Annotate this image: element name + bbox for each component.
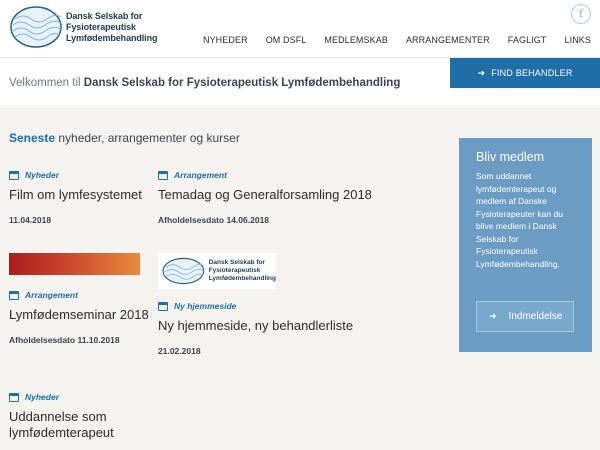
category-label: Nyheder bbox=[25, 170, 60, 180]
calendar-icon bbox=[9, 392, 19, 402]
welcome-text: Velkommen til Dansk Selskab for Fysioter… bbox=[9, 77, 400, 89]
calendar-icon bbox=[158, 170, 168, 180]
news-card[interactable]: Nyheder Film om lymfesystemet 11.04.2018 bbox=[9, 170, 149, 225]
category-label: Arrangement bbox=[25, 290, 78, 300]
card-date: Afholdelsesdato 11.10.2018 bbox=[9, 335, 120, 345]
logo-text: Dansk Selskab for Fysioterapeutisk Lymfø… bbox=[66, 11, 157, 44]
bliv-medlem-title: Bliv medlem bbox=[476, 150, 545, 164]
site-header: Dansk Selskab for Fysioterapeutisk Lymfø… bbox=[0, 0, 600, 58]
find-behandler-button[interactable]: ➜ FIND BEHANDLER bbox=[450, 58, 600, 88]
news-card[interactable]: Arrangement Lymfødemseminar 2018 Afholde… bbox=[9, 290, 149, 345]
news-card[interactable]: Ny hjemmeside Ny hjemmeside, ny behandle… bbox=[158, 301, 378, 356]
category-label: Arrangement bbox=[174, 170, 227, 180]
welcome-society-name: Dansk Selskab for Fysioterapeutisk Lymfø… bbox=[83, 77, 401, 89]
logo-line: Dansk Selskab for bbox=[208, 259, 266, 266]
facebook-icon[interactable]: f bbox=[571, 4, 591, 24]
logo-line: Fysioterapeutisk bbox=[66, 21, 136, 32]
logo-wave-icon bbox=[10, 6, 62, 48]
category-label: Nyheder bbox=[25, 392, 60, 402]
section-title: Seneste nyheder, arrangementer og kurser bbox=[9, 131, 240, 145]
bliv-medlem-text: Som uddannet lymfødemterapeut og medlem … bbox=[476, 171, 563, 269]
card-category: Nyheder bbox=[9, 392, 149, 402]
calendar-icon bbox=[158, 301, 168, 311]
news-card[interactable]: Nyheder Uddannelse som lymfødemterapeut bbox=[9, 392, 149, 441]
calendar-icon bbox=[9, 170, 19, 180]
card-title[interactable]: Uddannelse som lymfødemterapeut bbox=[9, 409, 149, 441]
card-date: Afholdelsesdato 14.06.2018 bbox=[158, 215, 270, 225]
calendar-icon bbox=[9, 290, 19, 300]
site-logo[interactable]: Dansk Selskab for Fysioterapeutisk Lymfø… bbox=[9, 5, 157, 49]
card-category: Nyheder bbox=[9, 170, 149, 180]
card-date: 11.04.2018 bbox=[9, 215, 52, 225]
card-title[interactable]: Lymfødemseminar 2018 bbox=[9, 307, 149, 323]
card-category: Ny hjemmeside bbox=[158, 301, 378, 311]
card-date: 21.02.2018 bbox=[158, 346, 201, 356]
nav-item-arrangementer[interactable]: ARRANGEMENTER bbox=[406, 35, 490, 45]
section-title-rest: nyheder, arrangementer og kurser bbox=[58, 131, 240, 145]
section-title-highlight: Seneste bbox=[9, 131, 56, 145]
arrow-right-icon: ➜ bbox=[477, 68, 486, 78]
welcome-prefix: Velkommen til bbox=[9, 77, 81, 89]
card-title[interactable]: Film om lymfesystemet bbox=[9, 187, 149, 203]
seminar-banner-image[interactable] bbox=[9, 253, 140, 275]
news-card[interactable]: Arrangement Temadag og Generalforsamling… bbox=[158, 170, 378, 225]
find-behandler-label: FIND BEHANDLER bbox=[491, 68, 573, 78]
logo-thumb-text: Dansk Selskab for Fysioterapeutisk Lymfø… bbox=[209, 259, 276, 283]
logo-line: Fysioterapeutisk bbox=[208, 267, 261, 274]
nav-item-om-dsfl[interactable]: OM DSFL bbox=[266, 35, 307, 45]
card-category: Arrangement bbox=[9, 290, 149, 300]
nav-item-medlemskab[interactable]: MEDLEMSKAB bbox=[324, 35, 388, 45]
logo-thumbnail-image[interactable]: Dansk Selskab for Fysioterapeutisk Lymfø… bbox=[158, 253, 276, 289]
logo-wave-icon bbox=[162, 257, 205, 285]
nav-item-fagligt[interactable]: FAGLIGT bbox=[508, 35, 547, 45]
indmeldelse-label: Indmeldelse bbox=[508, 311, 563, 322]
logo-line: Lymfødembehandling bbox=[208, 275, 276, 282]
logo-line: Lymfødembehandling bbox=[66, 32, 158, 43]
indmeldelse-button[interactable]: ➜ Indmeldelse bbox=[476, 301, 574, 332]
nav-item-nyheder[interactable]: NYHEDER bbox=[203, 35, 248, 45]
logo-line: Dansk Selskab for bbox=[66, 10, 143, 21]
card-title[interactable]: Ny hjemmeside, ny behandlerliste bbox=[158, 318, 378, 334]
card-category: Arrangement bbox=[158, 170, 378, 180]
card-title[interactable]: Temadag og Generalforsamling 2018 bbox=[158, 187, 378, 203]
main-nav: NYHEDER OM DSFL MEDLEMSKAB ARRANGEMENTER… bbox=[185, 35, 591, 45]
category-label: Ny hjemmeside bbox=[174, 301, 237, 311]
nav-item-links[interactable]: LINKS bbox=[564, 35, 591, 45]
arrow-right-icon: ➜ bbox=[489, 311, 497, 321]
